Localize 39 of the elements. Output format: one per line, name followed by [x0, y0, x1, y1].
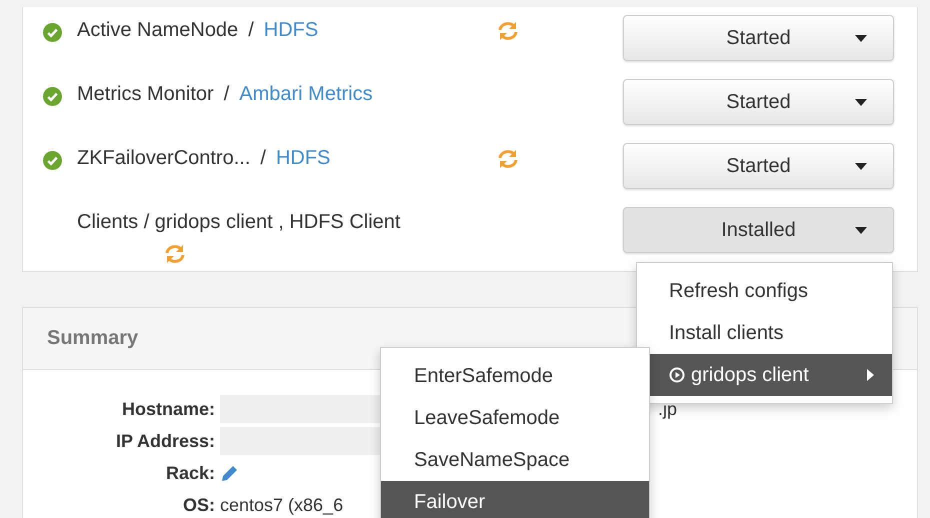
refresh-icon: [497, 21, 519, 41]
component-name: Metrics Monitor: [77, 83, 214, 106]
component-name: ZKFailoverContro...: [77, 147, 250, 170]
separator: /: [224, 83, 230, 106]
status-dropdown[interactable]: Installed: [623, 207, 894, 253]
component-name: Active NameNode: [77, 19, 238, 42]
field-label: OS:: [182, 494, 215, 517]
status-dropdown[interactable]: Started: [623, 143, 894, 189]
menu-item[interactable]: Install clients: [637, 312, 892, 354]
caret-icon: [855, 163, 867, 170]
pencil-icon[interactable]: [220, 463, 240, 483]
menu-item[interactable]: LeaveSafemode: [381, 397, 649, 439]
menu-item[interactable]: Failover: [381, 481, 649, 518]
field-label: Rack:: [164, 462, 215, 485]
field-label: Hostname:: [120, 398, 215, 421]
caret-icon: [855, 227, 867, 234]
status-dropdown[interactable]: Started: [623, 15, 894, 61]
service-link[interactable]: HDFS: [264, 19, 318, 42]
play-circle-icon: [669, 367, 685, 383]
separator: /: [248, 19, 254, 42]
caret-icon: [855, 35, 867, 42]
caret-icon: [855, 99, 867, 106]
component-name: Clients / gridops client , HDFS Client: [77, 211, 402, 234]
check-circle-icon: [43, 23, 62, 42]
check-circle-icon: [43, 151, 62, 170]
status-dropdown[interactable]: Started: [623, 79, 894, 125]
refresh-icon: [164, 244, 186, 264]
separator: /: [260, 147, 266, 170]
check-circle-icon: [43, 87, 62, 106]
summary-title: Summary: [47, 327, 138, 350]
service-link[interactable]: HDFS: [276, 147, 330, 170]
field-value: centos7 (x86_6: [220, 494, 344, 517]
field-label: IP Address:: [114, 430, 215, 453]
menu-item[interactable]: Refresh configs: [637, 270, 892, 312]
menu-item[interactable]: SaveNameSpace: [381, 439, 649, 481]
service-link[interactable]: Ambari Metrics: [239, 83, 373, 106]
refresh-icon: [497, 149, 519, 169]
submenu-arrow-icon: [867, 369, 874, 381]
field-value: .jp: [658, 398, 678, 421]
